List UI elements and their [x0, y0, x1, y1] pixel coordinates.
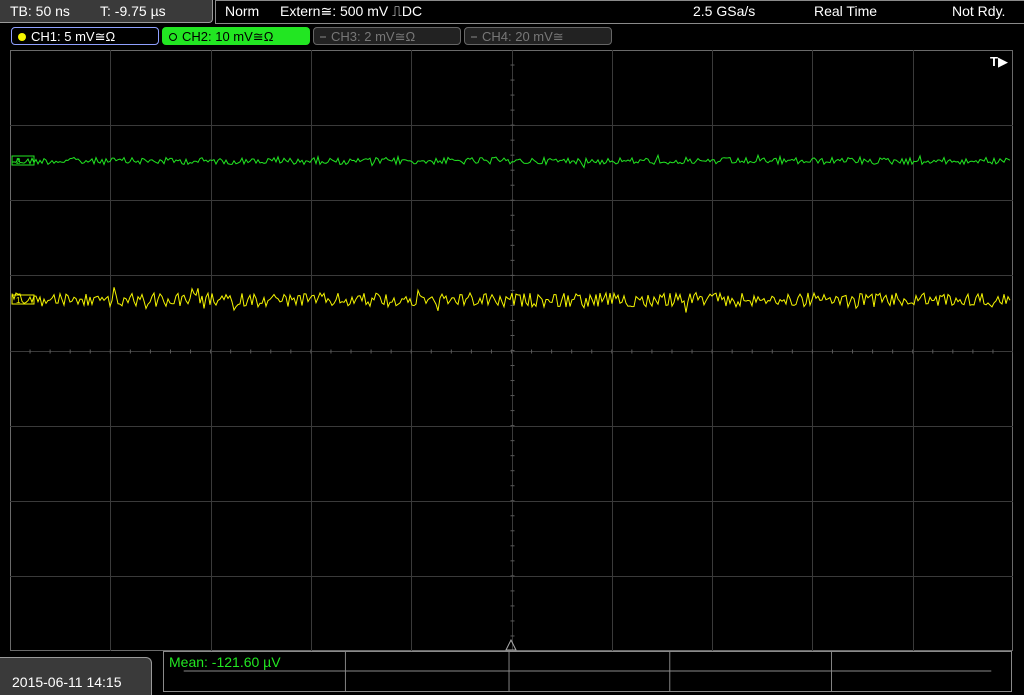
datetime-readout: 2015-06-11 14:15 — [12, 674, 122, 690]
svg-text:2: 2 — [16, 157, 21, 166]
channel-3-button[interactable]: CH3: 2 mV≅Ω — [313, 27, 461, 45]
waveform-display[interactable]: 2 1 — [10, 50, 1013, 651]
channel-2-label: CH2: 10 mV≅Ω — [182, 29, 274, 44]
trigger-time-readout: T: -9.75 µs — [100, 3, 166, 19]
channel-2-button[interactable]: CH2: 10 mV≅Ω — [162, 27, 310, 45]
acquisition-mode: Real Time — [814, 3, 878, 19]
channel-indicator-icon — [169, 33, 177, 41]
status-bar: TB: 50 ns T: -9.75 µs Norm Extern≅: 500 … — [0, 0, 1024, 24]
trigger-status: Not Rdy. — [952, 3, 1006, 19]
channel-off-icon — [320, 36, 326, 38]
channel-indicator-icon — [18, 33, 26, 41]
timebase-panel[interactable]: TB: 50 ns T: -9.75 µs — [0, 0, 213, 23]
divider — [215, 0, 1024, 1]
trigger-source[interactable]: Extern≅: 500 mV ⎍DC — [280, 3, 422, 20]
trigger-level-marker[interactable]: T▶ — [990, 54, 1008, 70]
measurement-mean: Mean: -121.60 µV — [169, 654, 281, 670]
sample-rate: 2.5 GSa/s — [693, 3, 756, 19]
footer-bar: 2015-06-11 14:15 Mean: -121.60 µV — [0, 651, 1024, 695]
channel-4-label: CH4: 20 mV≅ — [482, 29, 564, 44]
divider — [215, 0, 216, 24]
channel-bar: CH1: 5 mV≅Ω CH2: 10 mV≅Ω CH3: 2 mV≅Ω CH4… — [0, 26, 1024, 48]
datetime-panel: 2015-06-11 14:15 — [0, 657, 152, 695]
channel-off-icon — [471, 36, 477, 38]
channel-4-button[interactable]: CH4: 20 mV≅ — [464, 27, 612, 45]
channel-1-button[interactable]: CH1: 5 mV≅Ω — [11, 27, 159, 45]
timebase-readout: TB: 50 ns — [10, 3, 70, 19]
channel-3-label: CH3: 2 mV≅Ω — [331, 29, 416, 44]
channel-1-label: CH1: 5 mV≅Ω — [31, 29, 116, 44]
measurement-table[interactable] — [163, 651, 1012, 692]
trigger-mode[interactable]: Norm — [225, 3, 259, 19]
svg-text:1: 1 — [16, 296, 21, 305]
divider — [215, 23, 1024, 24]
